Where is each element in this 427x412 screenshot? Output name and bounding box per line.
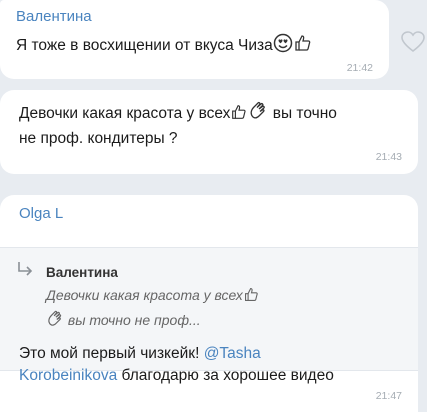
message-bubble[interactable]: Валентина Я тоже в восхищении от вкуса Ч… xyxy=(0,0,389,79)
quoted-text-line1: Девочки какая красота у всех xyxy=(46,287,243,303)
quoted-text-line2: вы точно не проф... xyxy=(64,312,201,328)
message-text-end: благодарю за хорошее видео xyxy=(117,367,334,384)
quoted-text: Девочки какая красота у всех вы точно не… xyxy=(46,284,260,334)
clapping-hands-emoji xyxy=(46,310,64,334)
message-time: 21:42 xyxy=(346,62,373,74)
message-text-line1-end: вы точно xyxy=(268,105,337,122)
reply-arrow-icon xyxy=(16,260,34,281)
thumbs-up-emoji xyxy=(293,33,313,60)
message-time: 21:47 xyxy=(375,390,402,402)
heart-outline-icon[interactable] xyxy=(400,30,426,54)
heart-eyes-emoji xyxy=(273,33,293,60)
user-mention-continued[interactable]: Korobeinikova xyxy=(19,367,117,384)
clapping-hands-emoji xyxy=(248,101,268,128)
message-text-line2: не проф. кондитеры ? xyxy=(19,130,178,147)
sender-name[interactable]: Olga L xyxy=(19,205,63,222)
message-text-content: Это мой первый чизкейк! xyxy=(19,345,204,362)
user-mention[interactable]: @Tasha xyxy=(204,345,261,362)
quoted-author: Валентина xyxy=(46,265,118,280)
sender-name[interactable]: Валентина xyxy=(16,8,92,25)
message-time: 21:43 xyxy=(375,151,402,163)
message-text: Это мой первый чизкейк! @Tasha Korobeini… xyxy=(19,343,334,387)
message-text-line1: Девочки какая красота у всех xyxy=(19,105,231,122)
thumbs-up-emoji xyxy=(243,286,260,309)
thumbs-up-emoji xyxy=(230,103,248,128)
message-bubble[interactable]: Девочки какая красота у всех вы точно не… xyxy=(0,90,418,174)
message-text: Девочки какая красота у всех вы точно не… xyxy=(19,101,337,150)
message-text-content: Я тоже в восхищении от вкуса Чиза xyxy=(16,37,273,54)
message-text: Я тоже в восхищении от вкуса Чиза xyxy=(16,33,313,60)
message-bubble[interactable]: Olga L Валентина Девочки какая красота у… xyxy=(0,195,418,412)
